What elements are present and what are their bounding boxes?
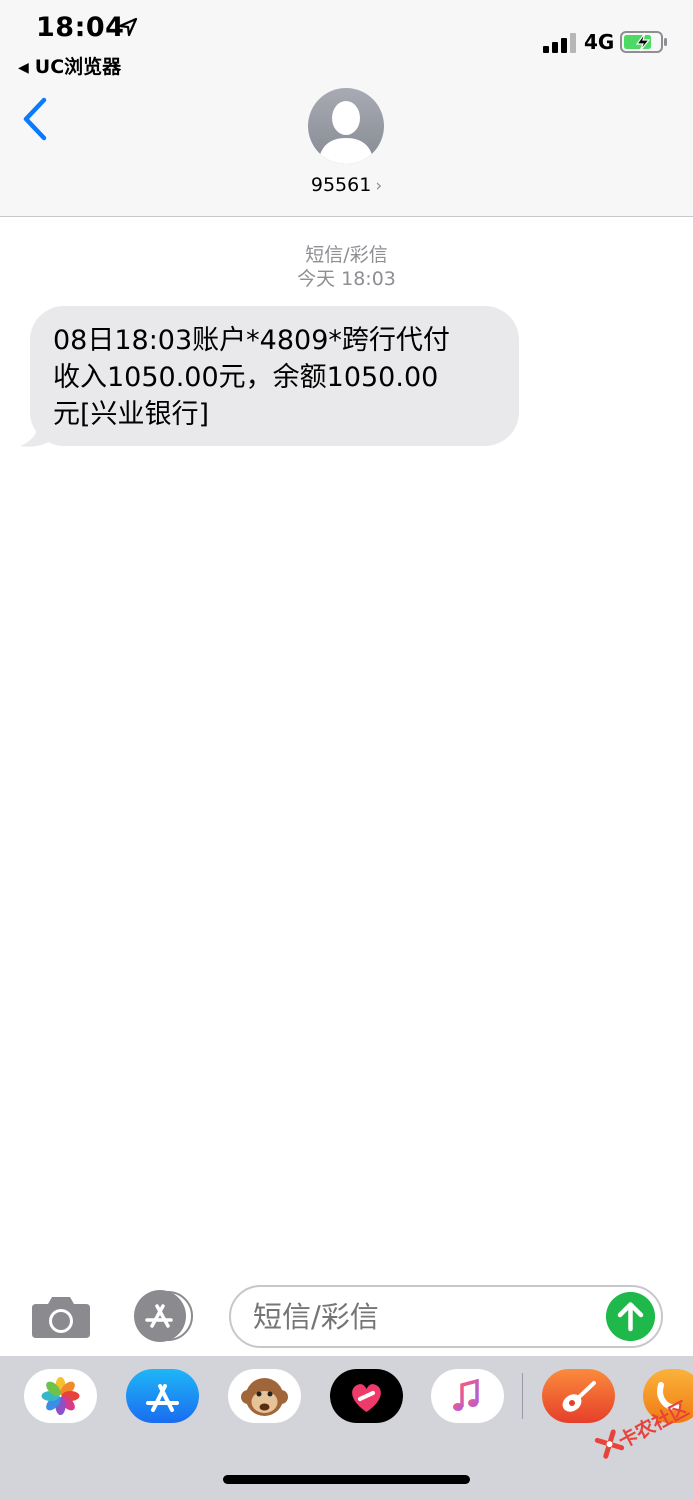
send-arrow-icon[interactable] — [606, 1292, 655, 1341]
message-line: 收入1050.00元，余额1050.00 — [53, 362, 439, 393]
chevron-right-icon: › — [375, 176, 383, 196]
status-time: 18:04 — [36, 12, 125, 43]
digital-touch-heart-icon[interactable] — [330, 1369, 403, 1423]
message-timestamp: 今天 18:03 — [297, 268, 396, 290]
animoji-monkey-icon[interactable] — [228, 1369, 301, 1423]
contact-number: 95561 — [310, 174, 372, 196]
message-input[interactable] — [229, 1285, 663, 1348]
message-line: 08日18:03账户*4809*跨行代付 — [53, 325, 450, 356]
contact-name-button[interactable]: 95561 › — [0, 174, 693, 196]
app-store-app-icon[interactable] — [126, 1369, 199, 1423]
service-label: 短信/彩信 — [305, 244, 388, 266]
app-store-drawer-icon[interactable] — [130, 1290, 196, 1342]
battery-charging-icon — [620, 31, 667, 53]
back-to-app-button[interactable]: ◀ UC浏览器 — [18, 52, 121, 79]
back-app-label: UC浏览器 — [34, 56, 122, 78]
home-indicator[interactable] — [223, 1475, 470, 1484]
person-silhouette-icon — [318, 101, 374, 164]
cellular-signal-icon — [543, 33, 576, 53]
music-app-icon[interactable] — [431, 1369, 504, 1423]
drawer-divider — [522, 1373, 523, 1419]
network-type: 4G — [584, 30, 615, 54]
back-chevron-icon[interactable] — [22, 97, 48, 141]
location-arrow-icon — [118, 17, 138, 37]
contact-avatar[interactable] — [308, 88, 384, 164]
photos-app-icon[interactable] — [24, 1369, 97, 1423]
message-bubble-incoming[interactable]: 08日18:03账户*4809*跨行代付 收入1050.00元，余额1050.0… — [30, 306, 519, 446]
back-triangle-icon: ◀ — [18, 60, 29, 76]
message-line: 元[兴业银行] — [53, 399, 210, 430]
camera-icon[interactable] — [30, 1292, 92, 1340]
